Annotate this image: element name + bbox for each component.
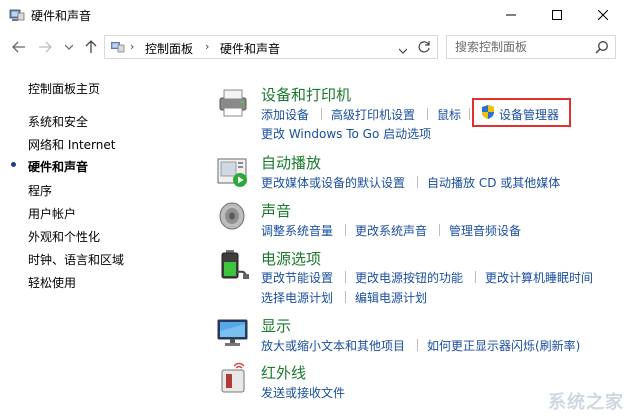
forward-arrow-icon: [39, 41, 52, 53]
back-button[interactable]: [10, 38, 28, 56]
category-title-sound[interactable]: 声音: [261, 200, 291, 221]
breadcrumb-control-panel[interactable]: 控制面板: [145, 40, 193, 57]
link-change-system-sounds[interactable]: 更改系统声音: [355, 222, 427, 239]
link-windows-to-go[interactable]: 更改 Windows To Go 启动选项: [261, 125, 431, 142]
window-title: 硬件和声音: [31, 9, 92, 23]
minimize-icon: [506, 14, 516, 16]
search-box[interactable]: [446, 35, 616, 59]
chevron-down-icon: [65, 44, 73, 50]
breadcrumb-chevron-icon[interactable]: ›: [130, 40, 134, 53]
search-input[interactable]: [455, 39, 595, 55]
link-mouse[interactable]: 鼠标: [437, 106, 461, 123]
chevron-down-icon: [398, 48, 408, 54]
link-send-receive-files[interactable]: 发送或接收文件: [261, 384, 345, 401]
sidebar-item-system-security[interactable]: 系统和安全: [28, 113, 88, 130]
printer-icon[interactable]: [216, 86, 250, 118]
divider: [417, 176, 418, 188]
divider: [345, 271, 346, 283]
link-add-device[interactable]: 添加设备: [261, 106, 309, 123]
sidebar-item-clock-region[interactable]: 时钟、语言和区域: [28, 251, 124, 268]
search-icon[interactable]: [595, 40, 609, 57]
divider: [427, 108, 428, 120]
recent-locations-button[interactable]: [60, 38, 78, 56]
breadcrumb-chevron-icon[interactable]: ›: [205, 40, 209, 53]
sidebar-item-appearance[interactable]: 外观和个性化: [28, 228, 100, 245]
divider: [345, 224, 346, 236]
up-arrow-icon: [85, 40, 97, 53]
category-title-devices[interactable]: 设备和打印机: [261, 84, 351, 105]
divider: [321, 108, 322, 120]
breadcrumb-hardware-sound[interactable]: 硬件和声音: [220, 40, 280, 57]
sidebar-item-user-accounts[interactable]: 用户帐户: [28, 205, 76, 222]
link-change-power-saving[interactable]: 更改节能设置: [261, 269, 333, 286]
link-change-default-media[interactable]: 更改媒体或设备的默认设置: [261, 174, 405, 191]
address-dropdown-button[interactable]: [398, 43, 408, 57]
refresh-icon: [418, 41, 430, 53]
divider: [475, 271, 476, 283]
link-edit-power-plan[interactable]: 编辑电源计划: [355, 289, 427, 306]
link-power-button-function[interactable]: 更改电源按钮的功能: [355, 269, 463, 286]
active-indicator: [11, 162, 16, 167]
category-title-autoplay[interactable]: 自动播放: [261, 152, 321, 173]
divider: [345, 291, 346, 303]
monitor-icon[interactable]: [216, 316, 250, 348]
link-adjust-volume[interactable]: 调整系统音量: [261, 222, 333, 239]
link-autoplay-cd[interactable]: 自动播放 CD 或其他媒体: [427, 174, 560, 191]
forward-button[interactable]: [36, 38, 54, 56]
link-refresh-rate[interactable]: 如何更正显示器闪烁(刷新率): [427, 337, 580, 354]
infrared-icon[interactable]: [216, 362, 250, 394]
up-button[interactable]: [82, 38, 100, 56]
minimize-button[interactable]: [488, 0, 534, 30]
watermark: 系统之家: [548, 392, 624, 413]
link-choose-power-plan[interactable]: 选择电源计划: [261, 289, 333, 306]
sidebar-item-ease-of-access[interactable]: 轻松使用: [28, 274, 76, 291]
sidebar-item-hardware-sound[interactable]: 硬件和声音: [28, 158, 88, 175]
highlight-box: [472, 98, 571, 127]
maximize-button[interactable]: [534, 0, 580, 30]
control-panel-small-icon: [110, 40, 126, 57]
divider: [417, 339, 418, 351]
category-title-power[interactable]: 电源选项: [261, 248, 321, 269]
category-title-infrared[interactable]: 红外线: [261, 362, 306, 383]
battery-icon[interactable]: [216, 248, 250, 280]
sidebar-item-home[interactable]: 控制面板主页: [28, 80, 100, 97]
sidebar-item-network[interactable]: 网络和 Internet: [28, 136, 115, 153]
close-icon: [598, 10, 608, 20]
link-text-size[interactable]: 放大或缩小文本和其他项目: [261, 337, 405, 354]
link-manage-audio-devices[interactable]: 管理音频设备: [449, 222, 521, 239]
maximize-icon: [552, 10, 562, 20]
link-advanced-printer-setup[interactable]: 高级打印机设置: [331, 106, 415, 123]
sidebar-item-programs[interactable]: 程序: [28, 182, 52, 199]
close-button[interactable]: [580, 0, 626, 30]
divider: [469, 108, 470, 120]
category-title-display[interactable]: 显示: [261, 315, 291, 336]
address-bar[interactable]: › 控制面板 › 硬件和声音: [104, 35, 438, 59]
speaker-icon[interactable]: [216, 200, 250, 232]
autoplay-icon[interactable]: [216, 156, 250, 188]
divider: [439, 224, 440, 236]
control-panel-icon: [9, 7, 25, 23]
title-bar: 硬件和声音: [0, 0, 628, 30]
refresh-button[interactable]: [417, 40, 431, 57]
back-arrow-icon: [12, 41, 25, 53]
link-sleep-time[interactable]: 更改计算机睡眠时间: [485, 269, 593, 286]
